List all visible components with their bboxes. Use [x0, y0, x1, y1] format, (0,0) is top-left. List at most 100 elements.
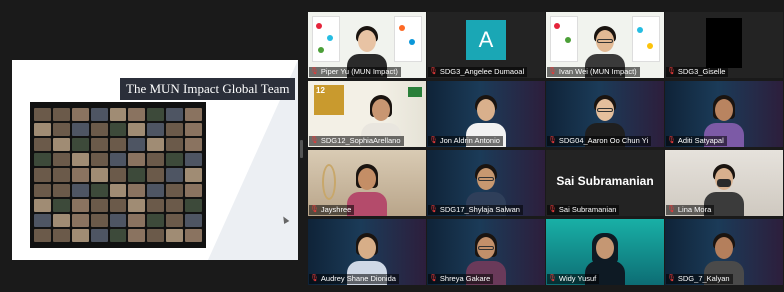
- collage-cell: [90, 228, 108, 242]
- participant-tile[interactable]: 🎙 Lina Mora: [665, 150, 783, 216]
- collage-cell: [185, 123, 202, 137]
- collage-cell: [128, 153, 146, 167]
- collage-cell: [128, 138, 146, 152]
- collage-cell: [34, 123, 51, 137]
- participant-name-label: 🎙 Lina Mora: [666, 205, 715, 215]
- collage-cell: [166, 153, 184, 167]
- participant-name: SDG04_Aaron Oo Chun Yi: [558, 136, 649, 145]
- participant-name-label: 🎙 SDG04_Aaron Oo Chun Yi: [547, 136, 652, 146]
- collage-cell: [166, 213, 184, 227]
- participant-name: SDG17_Shylaja Salwan: [439, 205, 520, 214]
- collage-cell: [52, 123, 70, 137]
- participant-name-label: 🎙 Sai Subramanian: [547, 205, 620, 215]
- collage-cell: [71, 198, 89, 212]
- participant-tile[interactable]: 🎙 Jayshree: [308, 150, 426, 216]
- avatar: A: [466, 20, 506, 60]
- team-photo-collage: [30, 102, 206, 248]
- microphone-muted-icon: 🎙: [310, 68, 319, 75]
- participant-name-label: 🎙 Aditi Satyapal: [666, 136, 727, 146]
- presentation-slide: The MUN Impact Global Team: [12, 60, 298, 260]
- collage-cell: [34, 213, 51, 227]
- collage-cell: [128, 198, 146, 212]
- collage-cell: [185, 108, 202, 122]
- participant-tile[interactable]: 🎙 Piper Yu (MUN Impact): [308, 12, 426, 78]
- participant-name: Widy Yusuf: [558, 274, 597, 283]
- background-logo: [394, 16, 422, 62]
- participant-tile[interactable]: 🎙 Aditi Satyapal: [665, 81, 783, 147]
- collage-cell: [128, 213, 146, 227]
- participant-tile[interactable]: 🎙 SDG_7_Kalyan: [665, 219, 783, 285]
- participant-name: Shreya Gakare: [439, 274, 491, 283]
- collage-cell: [109, 153, 127, 167]
- microphone-muted-icon: 🎙: [548, 68, 557, 75]
- participant-tile[interactable]: 🎙 Jon Aldrin Antonio: [427, 81, 545, 147]
- microphone-muted-icon: 🎙: [667, 275, 676, 282]
- microphone-muted-icon: 🎙: [548, 275, 557, 282]
- collage-cell: [109, 123, 127, 137]
- participant-tile[interactable]: 🎙 SDG3_Giselle: [665, 12, 783, 78]
- collage-cell: [52, 228, 70, 242]
- collage-cell: [147, 138, 165, 152]
- collage-cell: [185, 198, 202, 212]
- collage-cell: [166, 138, 184, 152]
- collage-cell: [71, 228, 89, 242]
- participant-name: Sai Subramanian: [558, 205, 617, 214]
- collage-cell: [185, 168, 202, 182]
- participant-name: SDG3_Giselle: [677, 67, 726, 76]
- participant-tile[interactable]: 🎙 SDG04_Aaron Oo Chun Yi: [546, 81, 664, 147]
- microphone-muted-icon: 🎙: [429, 275, 438, 282]
- collage-cell: [90, 123, 108, 137]
- participant-name: Lina Mora: [677, 205, 712, 214]
- collage-cell: [166, 108, 184, 122]
- collage-cell: [185, 228, 202, 242]
- participant-name-label: 🎙 Piper Yu (MUN Impact): [309, 67, 401, 77]
- collage-cell: [109, 213, 127, 227]
- collage-cell: [34, 228, 51, 242]
- collage-cell: [109, 183, 127, 197]
- participant-tile[interactable]: 🎙 Widy Yusuf: [546, 219, 664, 285]
- collage-cell: [90, 198, 108, 212]
- participant-name-label: 🎙 SDG3_Angelee Dumaoal: [428, 67, 528, 77]
- collage-cell: [166, 198, 184, 212]
- participant-name-label: 🎙 Ivan Wei (MUN Impact): [547, 67, 640, 77]
- collage-cell: [166, 123, 184, 137]
- collage-cell: [90, 168, 108, 182]
- collage-cell: [128, 108, 146, 122]
- participant-tile[interactable]: 🎙 Shreya Gakare: [427, 219, 545, 285]
- participant-tile[interactable]: 🎙 SDG17_Shylaja Salwan: [427, 150, 545, 216]
- participant-name-label: 🎙 Audrey Shane Dionida: [309, 274, 399, 284]
- participant-name-label: 🎙 Shreya Gakare: [428, 274, 494, 284]
- collage-cell: [34, 168, 51, 182]
- participant-name: SDG_7_Kalyan: [677, 274, 730, 283]
- participant-tile[interactable]: Sai Subramanian 🎙 Sai Subramanian: [546, 150, 664, 216]
- collage-cell: [128, 123, 146, 137]
- participant-tile[interactable]: 🎙 Audrey Shane Dionida: [308, 219, 426, 285]
- participant-name-label: 🎙 SDG3_Giselle: [666, 67, 729, 77]
- collage-cell: [166, 183, 184, 197]
- collage-cell: [34, 108, 51, 122]
- participant-tile[interactable]: A 🎙 SDG3_Angelee Dumaoal: [427, 12, 545, 78]
- collage-cell: [71, 108, 89, 122]
- microphone-muted-icon: 🎙: [667, 206, 676, 213]
- participant-name: Ivan Wei (MUN Impact): [558, 67, 637, 76]
- collage-cell: [34, 153, 51, 167]
- collage-cell: [90, 138, 108, 152]
- microphone-muted-icon: 🎙: [667, 68, 676, 75]
- collage-cell: [90, 183, 108, 197]
- participant-tile[interactable]: 12 🎙 SDG12_SophiaArellano: [308, 81, 426, 147]
- collage-cell: [71, 123, 89, 137]
- participant-tile[interactable]: 🎙 Ivan Wei (MUN Impact): [546, 12, 664, 78]
- collage-cell: [71, 183, 89, 197]
- collage-cell: [185, 138, 202, 152]
- microphone-muted-icon: 🎙: [429, 137, 438, 144]
- participant-name: Aditi Satyapal: [677, 136, 724, 145]
- participant-name: SDG12_SophiaArellano: [320, 136, 401, 145]
- collage-cell: [52, 198, 70, 212]
- collage-cell: [52, 108, 70, 122]
- background-logo: [408, 87, 422, 97]
- camera-off-placeholder: [706, 18, 742, 68]
- collage-cell: [128, 228, 146, 242]
- microphone-muted-icon: 🎙: [310, 275, 319, 282]
- panel-resize-handle[interactable]: [300, 140, 303, 158]
- collage-cell: [52, 168, 70, 182]
